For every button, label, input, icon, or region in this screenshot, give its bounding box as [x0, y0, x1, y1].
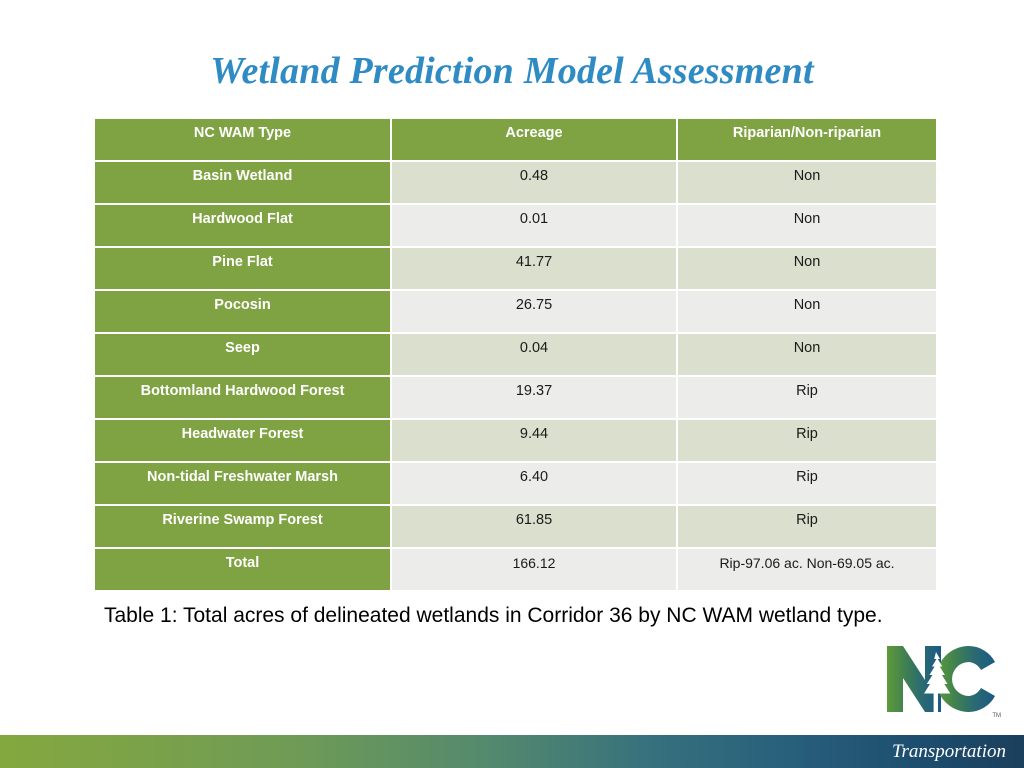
cell-riparian: Non: [678, 334, 936, 375]
footer-department-label: Transportation: [891, 741, 1006, 762]
cell-riparian: Rip: [678, 463, 936, 504]
cell-wetland-type: Non-tidal Freshwater Marsh: [95, 463, 390, 504]
cell-wetland-type: Hardwood Flat: [95, 205, 390, 246]
table-row: Riverine Swamp Forest 61.85 Rip: [95, 506, 936, 547]
cell-acreage: 0.01: [392, 205, 676, 246]
cell-wetland-type: Seep: [95, 334, 390, 375]
cell-acreage: 26.75: [392, 291, 676, 332]
cell-riparian: Non: [678, 248, 936, 289]
cell-acreage: 0.48: [392, 162, 676, 203]
cell-wetland-type: Headwater Forest: [95, 420, 390, 461]
cell-wetland-type: Pine Flat: [95, 248, 390, 289]
cell-riparian: Non: [678, 162, 936, 203]
table-row: Hardwood Flat 0.01 Non: [95, 205, 936, 246]
cell-acreage: 61.85: [392, 506, 676, 547]
cell-acreage: 166.12: [392, 549, 676, 590]
table-row: Headwater Forest 9.44 Rip: [95, 420, 936, 461]
cell-wetland-type: Bottomland Hardwood Forest: [95, 377, 390, 418]
table-header: NC WAM Type Acreage Riparian/Non-riparia…: [95, 119, 936, 160]
cell-riparian: Rip: [678, 377, 936, 418]
cell-acreage: 9.44: [392, 420, 676, 461]
cell-wetland-type: Pocosin: [95, 291, 390, 332]
cell-acreage: 41.77: [392, 248, 676, 289]
table-row: Total 166.12 Rip-97.06 ac. Non-69.05 ac.: [95, 549, 936, 590]
cell-riparian: Rip: [678, 420, 936, 461]
column-header-acreage: Acreage: [392, 119, 676, 160]
nc-logo: TM: [879, 638, 1003, 720]
table-header-row: NC WAM Type Acreage Riparian/Non-riparia…: [95, 119, 936, 160]
cell-acreage: 19.37: [392, 377, 676, 418]
table-caption: Table 1: Total acres of delineated wetla…: [104, 604, 883, 627]
page-title: Wetland Prediction Model Assessment: [210, 50, 814, 92]
table-row: Non-tidal Freshwater Marsh 6.40 Rip: [95, 463, 936, 504]
table-row: Bottomland Hardwood Forest 19.37 Rip: [95, 377, 936, 418]
table-row: Pine Flat 41.77 Non: [95, 248, 936, 289]
table-body: Basin Wetland 0.48 Non Hardwood Flat 0.01 Non…: [95, 162, 936, 590]
cell-riparian: Rip-97.06 ac. Non-69.05 ac.: [678, 549, 936, 590]
table-row: Seep 0.04 Non: [95, 334, 936, 375]
wetland-summary-table: NC WAM Type Acreage Riparian/Non-riparia…: [93, 117, 938, 592]
trademark-mark: TM: [992, 713, 1001, 719]
cell-riparian: Non: [678, 291, 936, 332]
cell-wetland-type: Basin Wetland: [95, 162, 390, 203]
cell-acreage: 0.04: [392, 334, 676, 375]
cell-wetland-type: Total: [95, 549, 390, 590]
table-row: Pocosin 26.75 Non: [95, 291, 936, 332]
slide-canvas: Wetland Prediction Model Assessment NC W…: [0, 0, 1024, 768]
column-header-riparian: Riparian/Non-riparian: [678, 119, 936, 160]
cell-acreage: 6.40: [392, 463, 676, 504]
footer-gradient-bar: Transportation: [0, 735, 1024, 768]
cell-riparian: Non: [678, 205, 936, 246]
table-row: Basin Wetland 0.48 Non: [95, 162, 936, 203]
cell-riparian: Rip: [678, 506, 936, 547]
cell-wetland-type: Riverine Swamp Forest: [95, 506, 390, 547]
column-header-nc-wam-type: NC WAM Type: [95, 119, 390, 160]
